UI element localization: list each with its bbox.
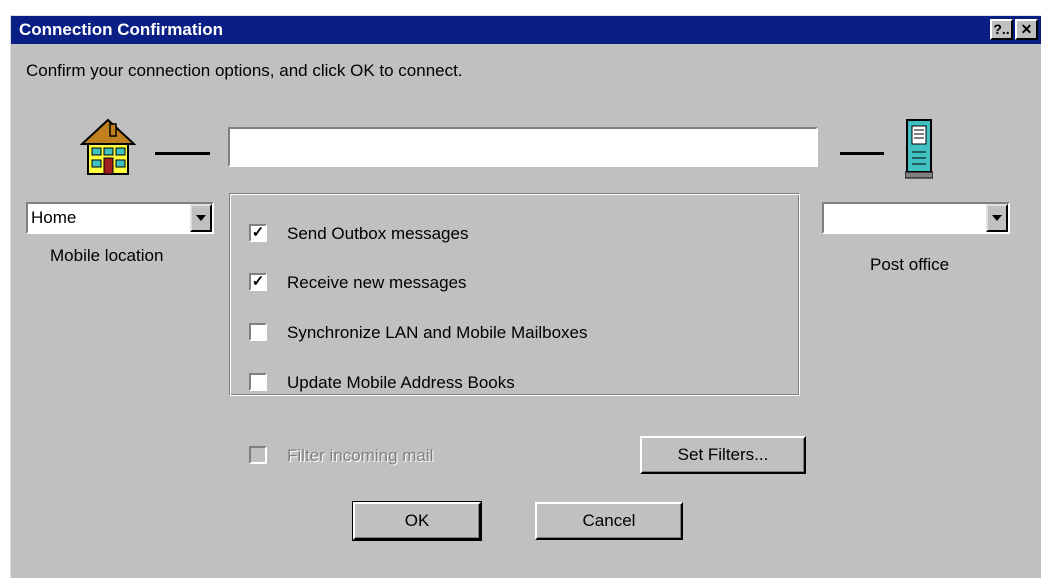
receive-new-checkbox[interactable]: ✓ (249, 273, 267, 291)
connector-line-right (840, 152, 884, 155)
title-bar[interactable]: Connection Confirmation ?.. ✕ (11, 16, 1041, 44)
connection-field[interactable] (228, 127, 818, 167)
connector-line-left (155, 152, 210, 155)
post-office-select[interactable] (822, 202, 1010, 234)
update-address-books-checkbox[interactable] (249, 373, 267, 391)
filter-incoming-checkbox (249, 446, 267, 464)
synchronize-checkbox[interactable] (249, 323, 267, 341)
post-office-label: Post office (870, 255, 950, 274)
chevron-down-icon[interactable] (190, 204, 212, 232)
mobile-location-select[interactable]: Home (26, 202, 214, 234)
house-icon (80, 118, 136, 175)
mobile-location-value: Home (31, 208, 77, 227)
mobile-location-label: Mobile location (50, 246, 164, 265)
set-filters-button[interactable]: Set Filters... (640, 436, 806, 474)
update-address-books-label: Update Mobile Address Books (287, 373, 515, 392)
receive-new-label: Receive new messages (287, 273, 467, 292)
chevron-down-icon[interactable] (986, 204, 1008, 232)
filter-incoming-label: Filter incoming mail (287, 446, 434, 465)
window-title: Connection Confirmation (19, 20, 223, 39)
send-outbox-label: Send Outbox messages (287, 224, 469, 243)
close-button[interactable]: ✕ (1015, 19, 1038, 40)
instructions-text: Confirm your connection options, and cli… (26, 61, 463, 80)
ok-button[interactable]: OK (352, 501, 482, 541)
server-icon (905, 119, 933, 179)
help-button[interactable]: ?.. (990, 19, 1013, 40)
synchronize-label: Synchronize LAN and Mobile Mailboxes (287, 323, 588, 342)
send-outbox-checkbox[interactable]: ✓ (249, 224, 267, 242)
cancel-button[interactable]: Cancel (535, 502, 683, 540)
